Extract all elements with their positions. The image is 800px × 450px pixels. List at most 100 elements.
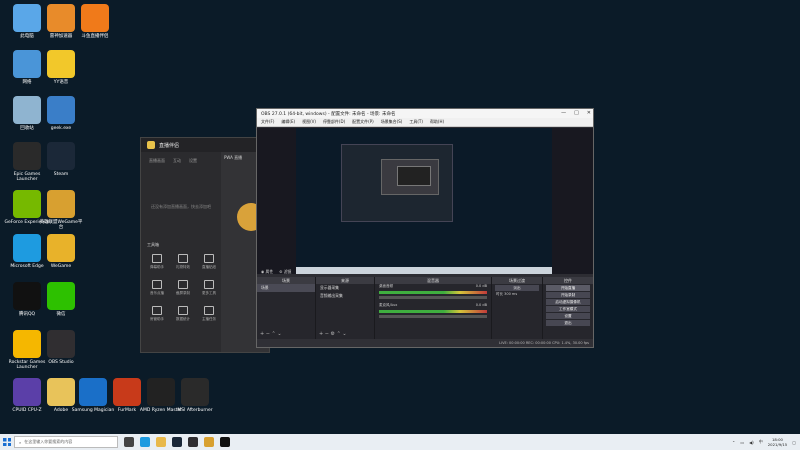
menu-view[interactable]: 视图(V) xyxy=(302,119,316,125)
sources-dock: 来源 显示器采集 音频输出采集 + − ⚙ ⌃ ⌄ xyxy=(316,277,375,339)
filters-button[interactable]: ⚙ 滤镜 xyxy=(279,269,291,276)
clock[interactable]: 18:00 2021/9/15 xyxy=(768,437,787,447)
sources-dock-title: 来源 xyxy=(316,277,374,284)
maximize-icon[interactable]: □ xyxy=(574,110,579,116)
transition-select[interactable]: 淡出 xyxy=(495,285,539,291)
desktop-icon-yy[interactable]: YY语音 xyxy=(38,50,84,85)
settings-button[interactable]: 设置 xyxy=(546,313,590,319)
close-icon[interactable]: ✕ xyxy=(587,110,591,116)
studio-mode-button[interactable]: 工作室模式 xyxy=(546,306,590,312)
obs-window[interactable]: OBS 27.0.1 (64-bit, windows) - 配置文件: 未命名… xyxy=(256,108,594,348)
tool-gift[interactable]: 礼物特效 xyxy=(173,254,193,270)
desktop-icon-label: 斗鱼直播伴侣 xyxy=(81,34,109,39)
start-streaming-button[interactable]: 开始直播 xyxy=(546,285,590,291)
tool-danmu[interactable]: 弹幕助手 xyxy=(147,254,167,270)
app-icon xyxy=(113,378,141,406)
obs-title: OBS 27.0.1 (64-bit, windows) - 配置文件: 未命名… xyxy=(261,111,396,117)
live-app-logo-icon xyxy=(147,141,155,149)
exit-button[interactable]: 退出 xyxy=(546,320,590,326)
tool-stats[interactable]: 数据统计 xyxy=(173,306,193,322)
tray-chevron-icon[interactable]: ⌃ xyxy=(732,440,735,445)
notification-icon[interactable]: ▢ xyxy=(792,440,796,445)
app-icon xyxy=(13,234,41,262)
tool-more[interactable]: 更多工具 xyxy=(199,280,219,296)
taskbar-explorer-icon[interactable] xyxy=(156,437,166,447)
start-recording-button[interactable]: 开始录制 xyxy=(546,292,590,298)
desktop-icon-game-platform[interactable]: 英雄联盟WeGame平台 xyxy=(38,190,84,230)
input-language[interactable]: 中 xyxy=(759,439,763,445)
network-icon[interactable]: ▭ xyxy=(740,440,744,445)
app-icon xyxy=(79,378,107,406)
scene-item[interactable]: 场景 xyxy=(257,284,315,292)
tool-admin[interactable]: 房管助手 xyxy=(147,306,167,322)
app-icon xyxy=(47,330,75,358)
desktop-icon-geek[interactable]: geek.exe xyxy=(38,96,84,131)
tool-music[interactable]: 音乐点播 xyxy=(147,280,167,296)
volume-icon[interactable]: ◀) xyxy=(749,440,754,445)
scene-add-icon[interactable]: + − ⌃ ⌄ xyxy=(260,331,282,337)
tool-record[interactable]: 截屏录制 xyxy=(173,280,193,296)
obs-docks: ◉ 属性 ⚙ 滤镜 场景 场景 + − ⌃ ⌄ 来源 显示器采集 音频输出采集 … xyxy=(257,269,593,339)
start-button[interactable] xyxy=(0,434,14,450)
desktop-icon-douyu[interactable]: 斗鱼直播伴侣 xyxy=(72,4,118,39)
scenes-dock-title: 场景 xyxy=(257,277,315,284)
live-tab-interact[interactable]: 互动 xyxy=(173,158,181,164)
taskbar-app-icon[interactable] xyxy=(220,437,230,447)
properties-button[interactable]: ◉ 属性 xyxy=(261,269,273,276)
tool-icon xyxy=(204,254,214,263)
source-item[interactable]: 显示器采集 xyxy=(316,284,374,292)
tool-task[interactable]: 主播任务 xyxy=(199,306,219,322)
taskbar-steam-icon[interactable] xyxy=(172,437,182,447)
taskbar-task-view-icon[interactable] xyxy=(124,437,134,447)
windows-icon xyxy=(3,438,11,446)
tool-icon xyxy=(178,280,188,289)
app-icon xyxy=(13,142,41,170)
desktop-icon-obs[interactable]: OBS Studio xyxy=(38,330,84,365)
live-tab-settings[interactable]: 设置 xyxy=(189,158,197,164)
menu-help[interactable]: 帮助(H) xyxy=(430,119,444,125)
minimize-icon[interactable]: — xyxy=(561,110,566,116)
taskbar-obs-icon[interactable] xyxy=(188,437,198,447)
desktop-icon-steam[interactable]: Steam xyxy=(38,142,84,177)
taskbar-live-app-icon[interactable] xyxy=(204,437,214,447)
transition-duration: 时长 300 ms xyxy=(496,292,518,296)
desktop-icon-wechat[interactable]: 微信 xyxy=(38,282,84,317)
live-app-title: 直播伴侣 xyxy=(159,142,180,149)
tool-icon xyxy=(204,306,214,315)
tool-label: 房管助手 xyxy=(150,317,164,321)
tool-icon xyxy=(204,280,214,289)
obs-statusbar: LIVE: 00:00:00 REC: 00:00:00 CPU: 1.4%, … xyxy=(257,339,593,347)
tool-sticker[interactable]: 直播贴纸 xyxy=(199,254,219,270)
app-icon xyxy=(47,234,75,262)
obs-titlebar: OBS 27.0.1 (64-bit, windows) - 配置文件: 未命名… xyxy=(257,109,593,118)
desktop-icon-afterburner[interactable]: MSI Afterburner xyxy=(172,378,218,413)
app-icon xyxy=(13,282,41,310)
app-icon xyxy=(13,330,41,358)
menu-docks[interactable]: 停靠部件(D) xyxy=(323,119,345,125)
app-icon xyxy=(47,50,75,78)
desktop-icon-label: Steam xyxy=(53,172,69,177)
desktop-icon-wegame[interactable]: WeGame xyxy=(38,234,84,269)
taskbar-edge-icon[interactable] xyxy=(140,437,150,447)
clock-date: 2021/9/15 xyxy=(767,442,788,447)
mixer-slider[interactable] xyxy=(379,315,487,318)
menu-file[interactable]: 文件(F) xyxy=(261,119,274,125)
mixer-slider[interactable] xyxy=(379,296,487,299)
app-icon xyxy=(47,190,75,218)
search-placeholder: 在这里输入你要搜索的内容 xyxy=(24,439,73,444)
live-app-toolbox: 工具箱 弹幕助手 礼物特效 直播贴纸 音乐点播 截屏录制 更多工具 房管助手 数… xyxy=(147,242,217,322)
menu-edit[interactable]: 编辑(E) xyxy=(281,119,295,125)
live-app-window[interactable]: 直播伴侣 直播画面 互动 设置 还没有添加直播画面，快去添加吧 工具箱 弹幕助手… xyxy=(140,137,270,353)
source-add-icon[interactable]: + − ⚙ ⌃ ⌄ xyxy=(319,331,347,337)
mixer-dock: 混音器 桌面音频 0.0 dB 麦克风/Aux 0.0 dB xyxy=(375,277,492,339)
virtual-camera-button[interactable]: 启动虚拟摄像机 xyxy=(546,299,590,305)
menu-tools[interactable]: 工具(T) xyxy=(409,119,423,125)
transitions-dock: 场景过渡 淡出 时长 300 ms xyxy=(492,277,543,339)
app-icon xyxy=(47,282,75,310)
taskbar-search[interactable]: ⌕ 在这里输入你要搜索的内容 xyxy=(14,436,118,448)
search-icon: ⌕ xyxy=(19,439,22,445)
live-tab-scene[interactable]: 直播画面 xyxy=(149,158,165,164)
menu-scene-collection[interactable]: 场景集合(S) xyxy=(381,119,403,125)
menu-profile[interactable]: 配置文件(P) xyxy=(352,119,374,125)
source-item[interactable]: 音频输出采集 xyxy=(316,292,374,300)
